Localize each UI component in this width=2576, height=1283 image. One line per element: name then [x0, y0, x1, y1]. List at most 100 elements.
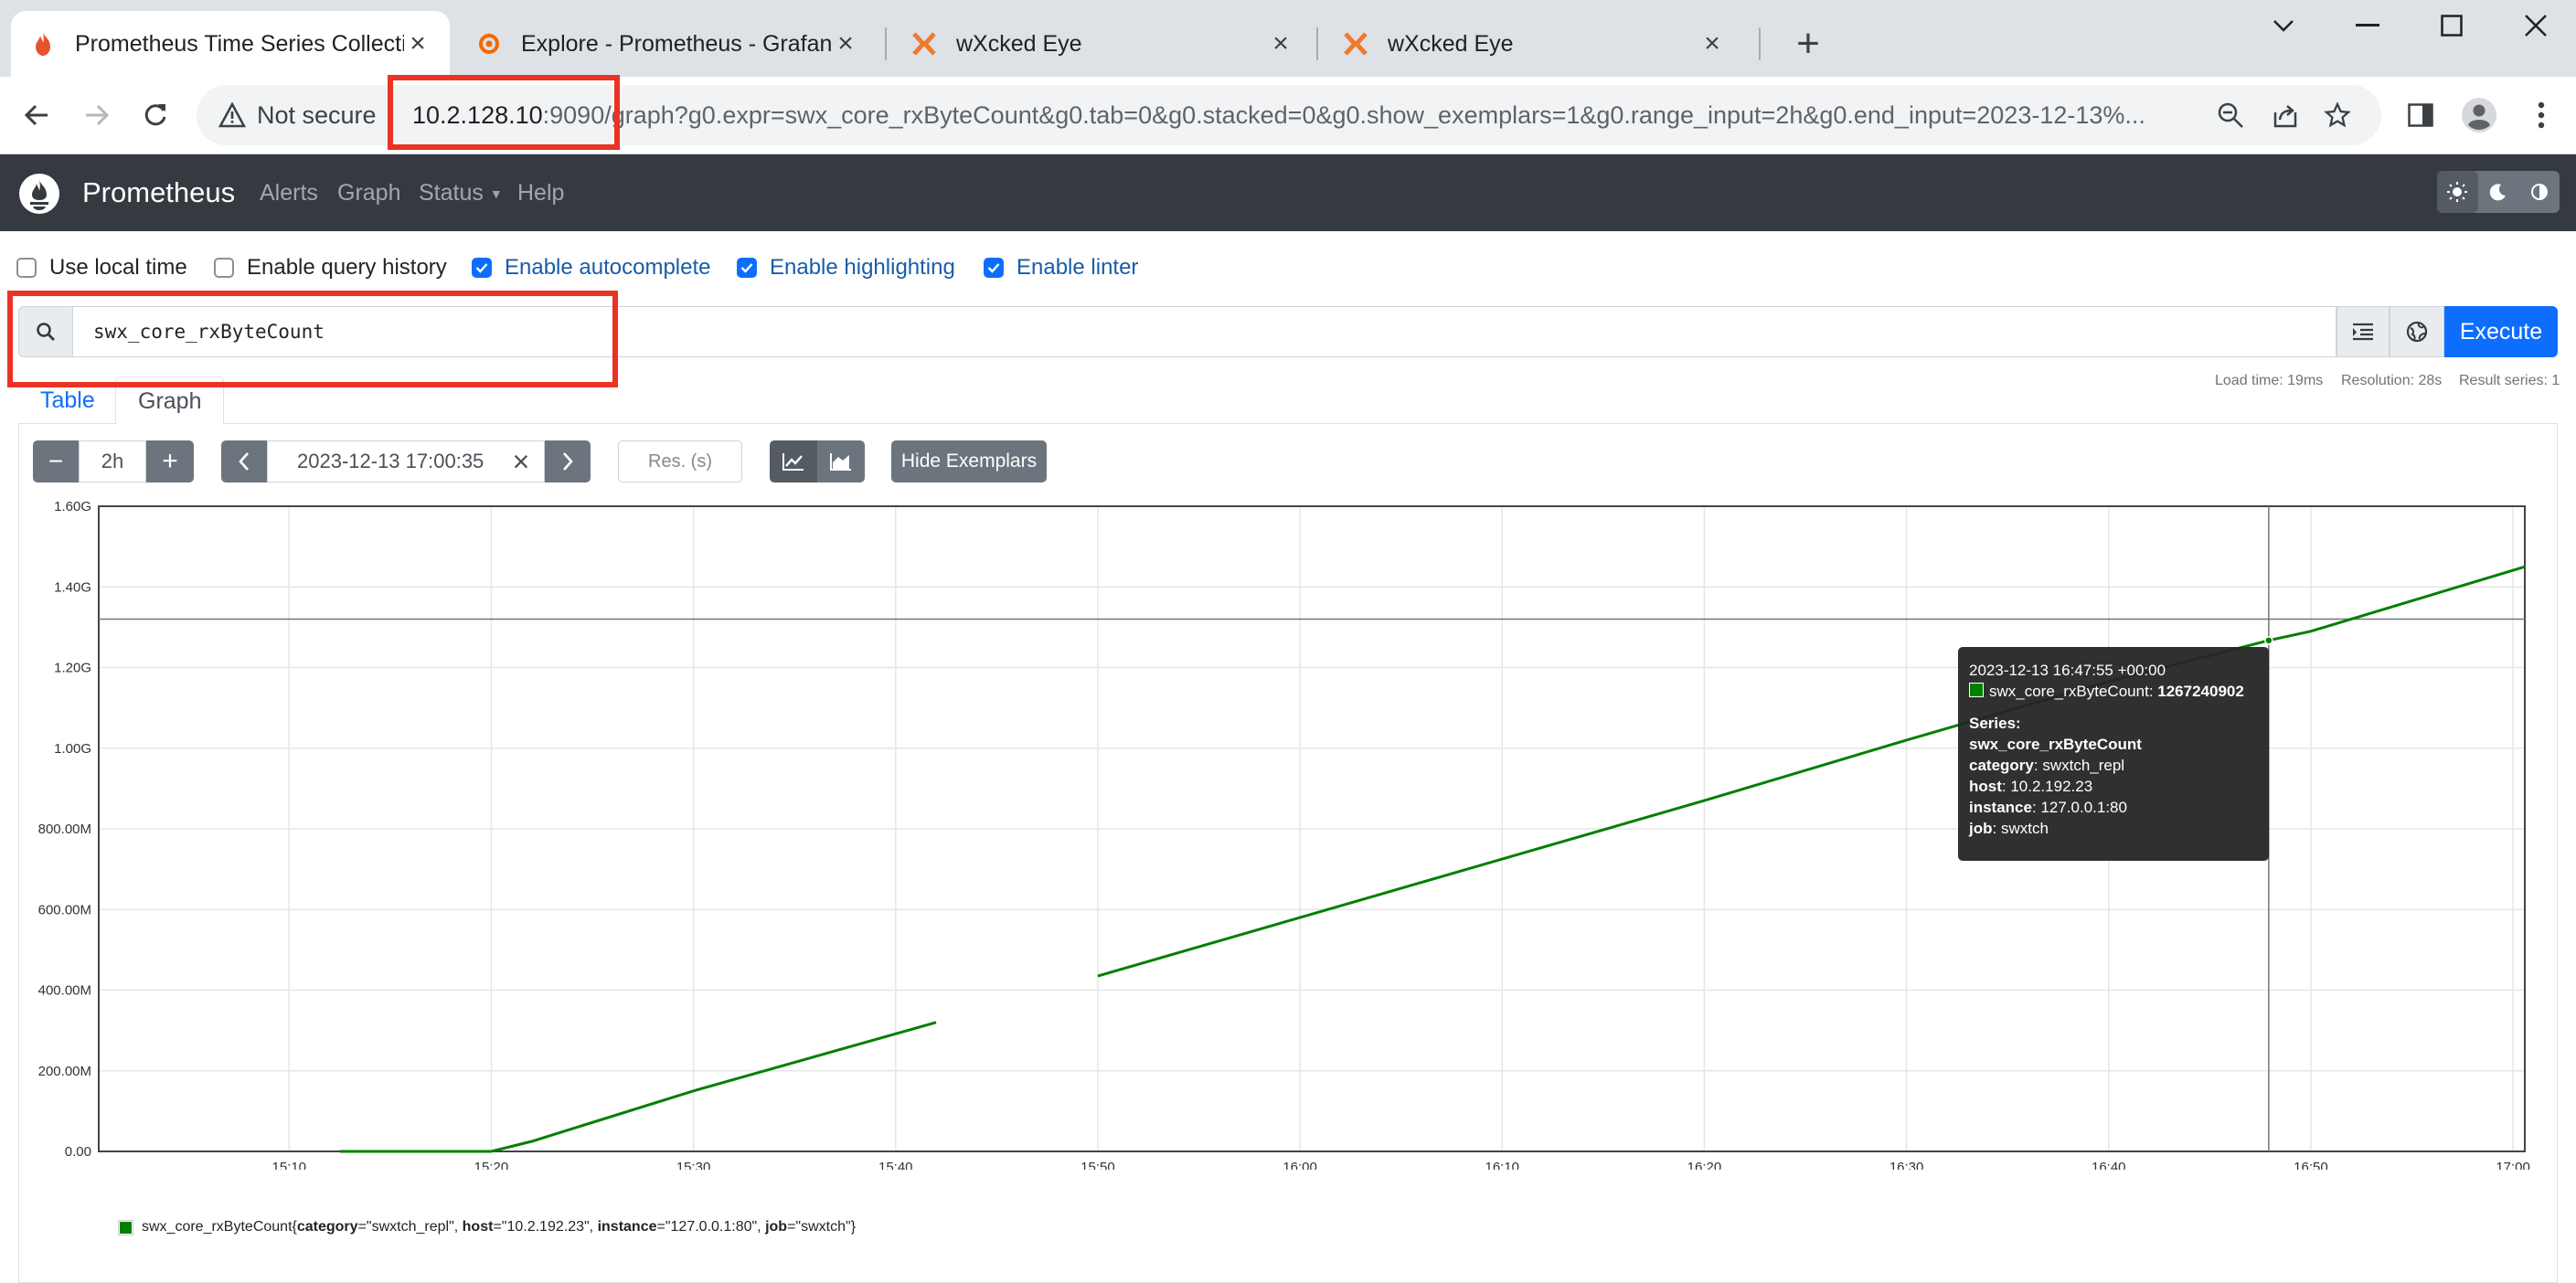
arrow-left-icon [24, 104, 48, 126]
x-tick-label: 15:10 [271, 1160, 306, 1170]
tab-graph[interactable]: Graph [115, 376, 225, 425]
browser-tab-wxcked-eye-1[interactable]: wXcked Eye × [892, 11, 1313, 77]
close-icon[interactable]: × [1698, 28, 1726, 58]
decrease-range-button[interactable]: − [33, 440, 79, 482]
url-text[interactable]: 10.2.128.10:9090/graph?g0.expr=swx_core_… [412, 85, 2167, 145]
nav-alerts[interactable]: Alerts [260, 154, 318, 231]
option-enable-autocomplete[interactable]: Enable autocomplete [472, 254, 711, 281]
tab-table[interactable]: Table [18, 376, 117, 424]
x-tick-label: 15:30 [676, 1160, 711, 1170]
chevron-left-icon [239, 452, 249, 471]
format-expression-button[interactable] [2336, 306, 2390, 357]
load-time: Load time: 19ms [2215, 373, 2324, 388]
option-enable-query-history[interactable]: Enable query history [214, 254, 447, 281]
zoom-button[interactable] [2214, 99, 2247, 132]
y-tick-label: 1.40G [54, 579, 91, 595]
y-tick-label: 400.00M [38, 983, 91, 999]
range-input[interactable]: 2h [79, 440, 146, 482]
browser-menu-button[interactable] [2514, 88, 2569, 143]
globe-icon [2406, 321, 2428, 343]
checkbox[interactable] [16, 258, 37, 278]
brand-title[interactable]: Prometheus [82, 154, 235, 231]
address-bar[interactable]: Not secure 10.2.128.10:9090/graph?g0.exp… [197, 85, 2381, 145]
x-tick-label: 16:00 [1283, 1160, 1317, 1170]
reload-button[interactable] [128, 88, 183, 143]
close-window-button[interactable] [2490, 0, 2576, 51]
dark-theme-button[interactable] [2478, 171, 2519, 213]
forward-button[interactable] [69, 88, 124, 143]
checkbox-checked[interactable] [472, 258, 492, 278]
nav-graph[interactable]: Graph [337, 154, 400, 231]
close-icon[interactable]: × [832, 28, 859, 58]
share-button[interactable] [2269, 99, 2302, 132]
option-enable-highlighting[interactable]: Enable highlighting [737, 254, 955, 281]
url-path: :9090/graph?g0.expr=swx_core_rxByteCount… [542, 101, 2145, 129]
resolution-input[interactable]: Res. (s) [618, 440, 742, 482]
chevron-down-icon [2273, 20, 2294, 32]
tab-title: wXcked Eye [956, 30, 1082, 57]
tab-separator [885, 27, 887, 60]
side-panel-icon [2408, 103, 2433, 127]
end-time-value: 2023-12-13 17:00:35 [297, 450, 484, 472]
nav-status[interactable]: Status ▼ [419, 154, 503, 231]
tooltip-spacer [1969, 702, 2258, 713]
x-tick-label: 16:30 [1889, 1160, 1924, 1170]
option-label: Enable linter [1017, 255, 1139, 280]
chevron-right-icon [563, 452, 573, 471]
tooltip-label-instance: instance: 127.0.0.1:80 [1969, 799, 2127, 816]
nav-help[interactable]: Help [517, 154, 564, 231]
chart-tooltip: 2023-12-13 16:47:55 +00:00 swx_core_rxBy… [1958, 647, 2269, 861]
browser-tab-wxcked-eye-2[interactable]: wXcked Eye × [1324, 11, 1744, 77]
x-tick-label: 15:50 [1080, 1160, 1115, 1170]
execute-button[interactable]: Execute [2444, 306, 2558, 357]
y-tick-label: 1.20G [54, 661, 91, 676]
light-theme-button[interactable] [2437, 171, 2478, 213]
option-enable-linter[interactable]: Enable linter [984, 254, 1138, 281]
browser-tab-prometheus[interactable]: Prometheus Time Series Collection and Pr… [11, 11, 450, 77]
resolution: Resolution: 28s [2341, 373, 2443, 388]
close-icon[interactable]: × [1267, 28, 1294, 58]
unstacked-chart-button[interactable] [770, 440, 817, 482]
back-button[interactable] [9, 88, 64, 143]
checkmark-icon [987, 263, 1000, 273]
maximize-button[interactable] [2406, 0, 2497, 51]
expression-input[interactable]: swx_core_rxByteCount [73, 306, 2336, 357]
browser-toolbar: Not secure 10.2.128.10:9090/graph?g0.exp… [0, 77, 2576, 154]
checkbox[interactable] [214, 258, 234, 278]
minimize-button[interactable] [2322, 0, 2413, 51]
option-label: Use local time [49, 255, 187, 280]
profile-button[interactable] [2452, 88, 2507, 143]
previous-time-button[interactable] [221, 440, 267, 482]
checkmark-icon [475, 263, 488, 273]
browser-tab-bar: Prometheus Time Series Collection and Pr… [0, 0, 2576, 77]
tooltip-series-name: swx_core_rxByteCount [1969, 736, 2142, 753]
checkbox-checked[interactable] [984, 258, 1004, 278]
query-row: swx_core_rxByteCount Execute [18, 306, 2558, 357]
checkbox-checked[interactable] [737, 258, 757, 278]
reload-icon [144, 104, 166, 126]
side-panel-button[interactable] [2393, 88, 2448, 143]
stacked-chart-button[interactable] [817, 440, 865, 482]
clear-end-time-button[interactable]: × [503, 440, 539, 482]
chart-legend[interactable]: swx_core_rxByteCount{category="swxtch_re… [118, 1219, 856, 1235]
next-time-button[interactable] [545, 440, 591, 482]
grafana-icon [475, 30, 503, 58]
hide-exemplars-button[interactable]: Hide Exemplars [891, 440, 1047, 482]
arrow-right-icon [86, 104, 110, 126]
auto-theme-button[interactable] [2518, 171, 2560, 213]
tab-title: Explore - Prometheus - Grafana [521, 30, 832, 57]
prometheus-flame-icon [29, 30, 57, 58]
metrics-explorer-button[interactable] [2390, 306, 2444, 357]
y-tick-label: 600.00M [38, 902, 91, 917]
tooltip-metric: swx_core_rxByteCount [1989, 683, 2149, 700]
new-tab-button[interactable]: + [1784, 20, 1832, 68]
tab-separator [1316, 27, 1318, 60]
moon-icon [2489, 184, 2506, 201]
increase-range-button[interactable]: + [146, 440, 194, 482]
close-icon[interactable]: × [404, 28, 431, 58]
browser-tab-grafana[interactable]: Explore - Prometheus - Grafana × [457, 11, 878, 77]
tab-search-button[interactable] [2238, 0, 2329, 51]
x-tick-label: 16:40 [2092, 1160, 2126, 1170]
option-use-local-time[interactable]: Use local time [16, 254, 187, 281]
bookmark-button[interactable] [2321, 99, 2354, 132]
